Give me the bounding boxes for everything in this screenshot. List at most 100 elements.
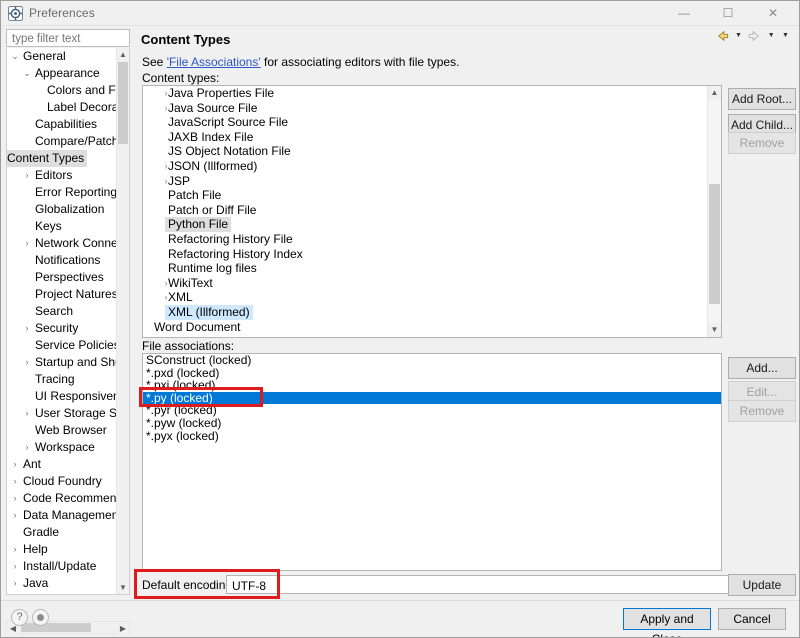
- add-association-button[interactable]: Add...: [728, 357, 796, 379]
- sidebar-item-network-connect[interactable]: › Network Connect: [7, 235, 129, 252]
- cancel-button[interactable]: Cancel: [718, 608, 786, 630]
- sidebar-item-error-reporting[interactable]: Error Reporting: [7, 184, 129, 201]
- chevron-right-icon[interactable]: ›: [161, 101, 171, 116]
- maximize-button[interactable]: ☐: [708, 1, 748, 25]
- forward-arrow-icon[interactable]: [747, 29, 762, 43]
- sidebar-item-java[interactable]: › Java: [7, 575, 129, 592]
- sidebar-item-colors-and-fon[interactable]: Colors and Fon: [7, 82, 129, 99]
- sidebar-item-compare-patch[interactable]: Compare/Patch: [7, 133, 129, 150]
- chevron-right-icon[interactable]: ›: [21, 405, 33, 422]
- back-arrow-icon[interactable]: [715, 29, 730, 43]
- sidebar-item-capabilities[interactable]: Capabilities: [7, 116, 129, 133]
- content-types-scrollbar[interactable]: ▲ ▼: [707, 86, 721, 337]
- sidebar-item-notifications[interactable]: Notifications: [7, 252, 129, 269]
- scroll-down-icon[interactable]: ▼: [708, 323, 721, 337]
- chevron-right-icon[interactable]: ›: [9, 490, 21, 507]
- sidebar-item-data-management[interactable]: › Data Management: [7, 507, 129, 524]
- chevron-right-icon[interactable]: ›: [21, 235, 33, 252]
- sidebar-item-security[interactable]: › Security: [7, 320, 129, 337]
- chevron-right-icon[interactable]: ›: [161, 159, 171, 174]
- file-association-row[interactable]: *.pxi (locked): [143, 379, 721, 392]
- tree-vertical-scrollbar[interactable]: ▲ ▼: [116, 48, 129, 594]
- content-type-item[interactable]: JS Object Notation File: [143, 144, 721, 159]
- content-types-list[interactable]: › Java Properties File › Java Source File Ja…: [142, 85, 722, 338]
- scrollbar-thumb-horizontal[interactable]: [21, 623, 91, 632]
- scrollbar-thumb[interactable]: [118, 62, 128, 144]
- encoding-input[interactable]: [230, 578, 729, 594]
- content-type-item[interactable]: Python File: [143, 217, 721, 232]
- content-type-item[interactable]: Refactoring History Index: [143, 247, 721, 262]
- file-associations-list[interactable]: SConstruct (locked) *.pxd (locked) *.pxi (…: [142, 353, 722, 571]
- file-association-row[interactable]: *.pxd (locked): [143, 366, 721, 380]
- sidebar-item-cloud-foundry[interactable]: › Cloud Foundry: [7, 473, 129, 490]
- chevron-right-icon[interactable]: ›: [21, 354, 33, 371]
- chevron-right-icon[interactable]: ›: [9, 558, 21, 575]
- content-type-item[interactable]: Word Document: [143, 320, 721, 335]
- add-root-button[interactable]: Add Root...: [728, 88, 796, 110]
- sidebar-item-label-decoratio[interactable]: Label Decoratio: [7, 99, 129, 116]
- file-association-row[interactable]: *.pyw (locked): [143, 417, 721, 430]
- question-mark-icon[interactable]: ?: [11, 609, 28, 626]
- menu-chevron-down-icon[interactable]: ▼: [780, 29, 791, 43]
- sidebar-item-keys[interactable]: Keys: [7, 218, 129, 235]
- chevron-right-icon[interactable]: ›: [9, 507, 21, 524]
- scroll-down-icon[interactable]: ▼: [117, 581, 129, 594]
- sidebar-item-web-browser[interactable]: Web Browser: [7, 422, 129, 439]
- chevron-right-icon[interactable]: ›: [9, 456, 21, 473]
- chevron-right-icon[interactable]: ›: [161, 86, 171, 101]
- sidebar-item-workspace[interactable]: › Workspace: [7, 439, 129, 456]
- chevron-right-icon[interactable]: ›: [9, 541, 21, 558]
- sidebar-item-startup-and-shutd[interactable]: › Startup and Shutd: [7, 354, 130, 371]
- content-type-item[interactable]: › Java Properties File: [143, 86, 721, 101]
- chevron-right-icon[interactable]: ›: [21, 167, 33, 184]
- content-type-item[interactable]: › WikiText: [143, 276, 721, 291]
- content-type-item[interactable]: Patch or Diff File: [143, 203, 721, 218]
- sidebar-item-service-policies[interactable]: Service Policies: [7, 337, 129, 354]
- content-type-item[interactable]: › JSP: [143, 174, 721, 189]
- sidebar-item-project-natures[interactable]: Project Natures: [7, 286, 129, 303]
- chevron-right-icon[interactable]: ›: [21, 439, 33, 456]
- sidebar-item-tracing[interactable]: Tracing: [7, 371, 129, 388]
- search-input[interactable]: [10, 32, 132, 46]
- sidebar-item-editors[interactable]: › Editors: [7, 167, 129, 184]
- sidebar-item-content-types[interactable]: Content Types: [7, 150, 129, 167]
- scroll-up-icon[interactable]: ▲: [117, 48, 129, 61]
- scroll-up-icon[interactable]: ▲: [708, 86, 721, 100]
- file-association-row[interactable]: *.pyr (locked): [143, 404, 721, 417]
- chevron-right-icon[interactable]: ›: [9, 592, 21, 594]
- file-associations-link[interactable]: 'File Associations': [167, 55, 261, 69]
- chevron-right-icon[interactable]: ›: [9, 575, 21, 592]
- scrollbar-thumb[interactable]: [709, 184, 720, 304]
- cheat-sheet-icon[interactable]: [32, 609, 49, 626]
- sidebar-item-general[interactable]: ⌄ General: [7, 48, 129, 65]
- sidebar-item-search[interactable]: Search: [7, 303, 129, 320]
- apply-and-close-button[interactable]: Apply and Close: [623, 608, 711, 637]
- file-association-row[interactable]: *.py (locked): [143, 392, 721, 405]
- file-association-row[interactable]: *.pyx (locked): [143, 429, 721, 443]
- close-button[interactable]: ✕: [753, 1, 793, 25]
- sidebar-item-gradle[interactable]: Gradle: [7, 524, 129, 541]
- chevron-right-icon[interactable]: ›: [161, 174, 171, 189]
- sidebar-item-install-update[interactable]: › Install/Update: [7, 558, 129, 575]
- chevron-right-icon[interactable]: ›: [21, 320, 33, 337]
- content-type-item[interactable]: Patch File: [143, 188, 721, 203]
- sidebar-item-code-recommender[interactable]: › Code Recommender: [7, 490, 130, 507]
- chevron-right-icon[interactable]: ›: [161, 290, 171, 305]
- content-type-item[interactable]: Runtime log files: [143, 261, 721, 276]
- sidebar-item-globalization[interactable]: Globalization: [7, 201, 129, 218]
- sidebar-item-java-ee[interactable]: ›Java EE: [7, 592, 129, 594]
- update-button[interactable]: Update: [728, 574, 796, 596]
- chevron-down-icon[interactable]: ⌄: [9, 48, 21, 65]
- chevron-right-icon[interactable]: ›: [9, 473, 21, 490]
- file-association-row[interactable]: SConstruct (locked): [143, 354, 721, 367]
- back-dropdown-chevron-down-icon[interactable]: ▼: [733, 29, 744, 43]
- sidebar-item-ant[interactable]: › Ant: [7, 456, 129, 473]
- content-type-item[interactable]: › JSON (Illformed): [143, 159, 721, 174]
- content-type-item[interactable]: Refactoring History File: [143, 232, 721, 247]
- content-type-item[interactable]: XML (Illformed): [143, 304, 721, 320]
- content-type-item[interactable]: › XML: [143, 290, 721, 305]
- sidebar-item-appearance[interactable]: ⌄ Appearance: [7, 65, 129, 82]
- sidebar-item-user-storage-serv[interactable]: › User Storage Serv: [7, 405, 130, 422]
- content-type-item[interactable]: JavaScript Source File: [143, 115, 721, 130]
- forward-dropdown-chevron-down-icon[interactable]: ▼: [766, 29, 777, 43]
